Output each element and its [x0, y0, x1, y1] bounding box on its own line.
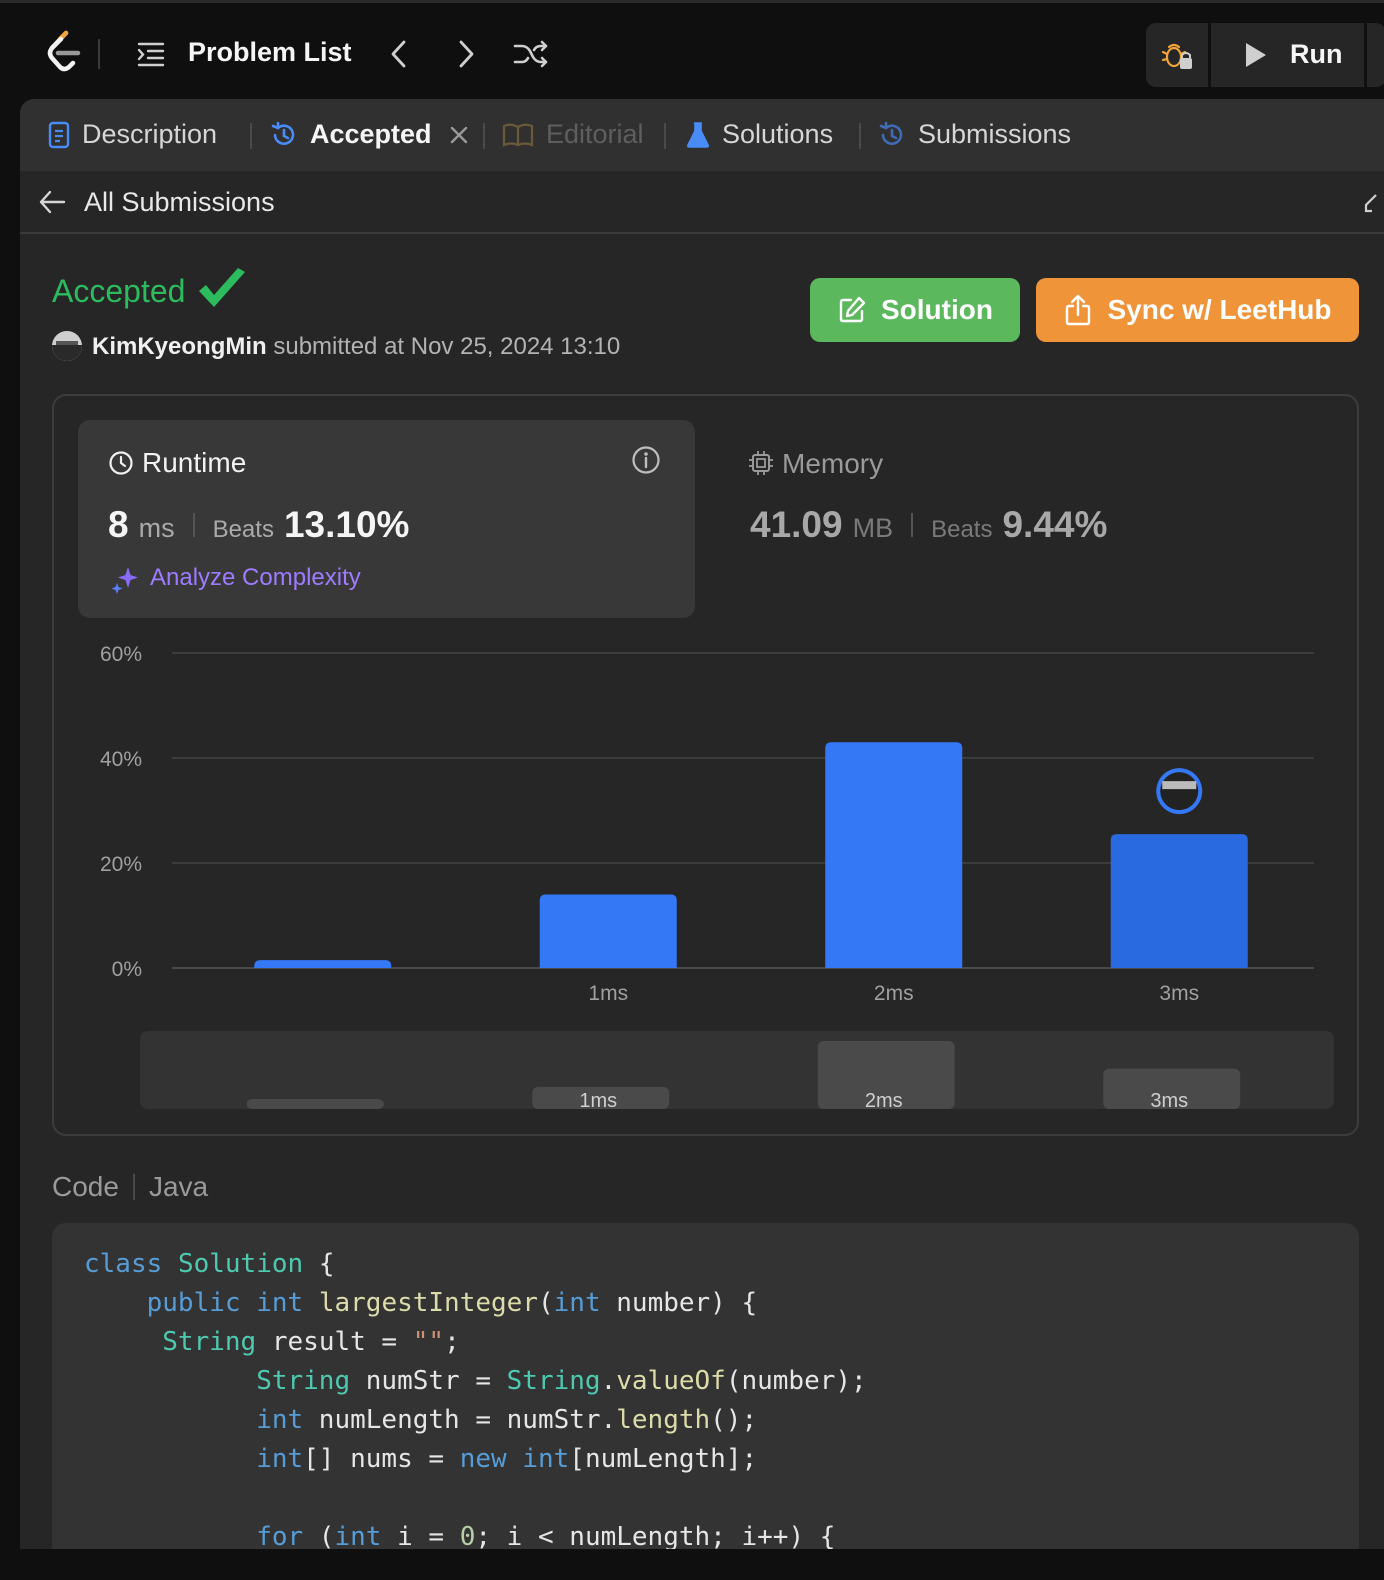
- tab-editorial: Editorial: [502, 119, 644, 150]
- all-submissions-link[interactable]: All Submissions: [84, 187, 275, 218]
- cpu-chip-icon: [749, 451, 773, 475]
- beats-percent: 13.10%: [283, 504, 410, 545]
- edit-icon[interactable]: [1362, 191, 1384, 215]
- tab-solutions[interactable]: Solutions: [686, 119, 833, 150]
- status-text: Accepted: [52, 273, 186, 309]
- overview-label: 1ms: [579, 1090, 617, 1112]
- tab-accepted[interactable]: Accepted: [270, 119, 470, 150]
- tab-label: Solutions: [722, 119, 834, 149]
- result-status: Accepted: [52, 273, 185, 310]
- sync-leethub-button[interactable]: Sync w/ LeetHub: [1036, 278, 1359, 342]
- checkmark-icon: [199, 268, 245, 307]
- x-tick-label: 2ms: [874, 982, 914, 1005]
- memory-value: 41.09 MB Beats 9.44%: [750, 504, 1107, 546]
- list-icon[interactable]: [136, 39, 166, 69]
- chart-bar: [825, 742, 963, 968]
- sparkle-icon: [111, 567, 138, 594]
- bottom-bar: [0, 1549, 1384, 1580]
- overview-label: 3ms: [1150, 1090, 1188, 1112]
- solution-button-label: Solution: [881, 294, 993, 325]
- flask-icon: [686, 121, 710, 148]
- chart-bar: [539, 894, 677, 968]
- history-icon: [879, 121, 903, 145]
- memory-title: Memory: [782, 448, 884, 479]
- code-line: for (int i = 0; i < numLength; i++) {: [256, 1522, 836, 1549]
- runtime-box[interactable]: Runtime 8 ms Beats 13.10% Analyze Comple…: [78, 420, 695, 618]
- top-bar: Problem List Run: [0, 0, 1384, 100]
- chart-bar: [254, 960, 392, 968]
- close-icon[interactable]: [448, 124, 470, 146]
- analyze-complexity-link[interactable]: Analyze Complexity: [150, 564, 361, 592]
- code-language: Java: [148, 1171, 209, 1202]
- code-header: Code Java: [52, 1171, 208, 1203]
- divider: [98, 39, 100, 69]
- arrow-left-icon[interactable]: [38, 189, 66, 215]
- share-upload-icon: [1066, 294, 1091, 326]
- runtime-unit: ms: [138, 513, 175, 543]
- runtime-number: 8: [108, 504, 129, 545]
- clock-icon: [109, 451, 133, 475]
- runtime-value: 8 ms Beats 13.10%: [108, 504, 409, 546]
- memory-number: 41.09: [750, 504, 843, 545]
- info-icon[interactable]: [631, 445, 661, 475]
- document-icon: [48, 121, 70, 148]
- code-label: Code: [52, 1171, 119, 1202]
- tab-label: Submissions: [918, 119, 1072, 149]
- shuffle-icon[interactable]: [513, 39, 549, 69]
- stats-card: Runtime 8 ms Beats 13.10% Analyze Comple…: [52, 394, 1359, 1136]
- tab-bar: Description Accepted Editorial Solutions…: [20, 99, 1384, 171]
- y-tick-label: 0%: [112, 958, 142, 981]
- overview-bar: [246, 1099, 384, 1109]
- submitted-time: submitted at Nov 25, 2024 13:10: [273, 333, 621, 360]
- leetcode-logo[interactable]: [44, 29, 84, 77]
- edit-note-icon: [839, 296, 866, 323]
- y-tick-label: 60%: [100, 643, 142, 666]
- avatar-marker-detail: [1162, 781, 1197, 790]
- chart-bar: [1110, 834, 1248, 968]
- tab-description[interactable]: Description: [48, 119, 217, 150]
- tab-submissions[interactable]: Submissions: [878, 119, 1071, 150]
- run-button[interactable]: Run: [1290, 39, 1342, 70]
- debug-bug-icon[interactable]: [1160, 38, 1194, 72]
- play-icon[interactable]: [1240, 40, 1270, 70]
- username[interactable]: KimKyeongMin: [92, 333, 267, 360]
- memory-unit: MB: [852, 513, 894, 543]
- problem-list-link[interactable]: Problem List: [188, 37, 352, 68]
- book-icon: [502, 123, 534, 147]
- code-block[interactable]: class Solution { public int largestInteg…: [52, 1223, 1359, 1549]
- submission-panel: Description Accepted Editorial Solutions…: [20, 99, 1384, 1549]
- memory-beats-label: Beats: [931, 516, 993, 543]
- submission-subbar: All Submissions: [20, 171, 1384, 234]
- x-tick-label: 3ms: [1159, 982, 1199, 1005]
- memory-beats-percent: 9.44%: [1002, 504, 1108, 545]
- code-line: class Solution {: [84, 1249, 335, 1279]
- tab-label: Description: [82, 119, 218, 149]
- beats-label: Beats: [212, 516, 274, 543]
- y-tick-label: 40%: [100, 748, 142, 771]
- history-icon: [271, 121, 295, 145]
- overview-label: 2ms: [865, 1090, 903, 1112]
- avatar-marker-inner: [1160, 772, 1199, 811]
- code-line: String result = "";: [162, 1327, 460, 1357]
- submitter-info: KimKyeongMin submitted at Nov 25, 2024 1…: [92, 333, 620, 361]
- code-line: public int largestInteger(int number) {: [146, 1288, 758, 1318]
- code-line: int[] nums = new int[numLength];: [256, 1444, 758, 1474]
- chevron-left-icon[interactable]: [388, 39, 410, 69]
- runtime-title: Runtime: [142, 447, 247, 478]
- sync-button-label: Sync w/ LeetHub: [1107, 294, 1332, 325]
- solution-button[interactable]: Solution: [810, 278, 1020, 342]
- y-tick-label: 20%: [100, 853, 142, 876]
- code-line: int numLength = numStr.length();: [256, 1405, 758, 1435]
- chevron-right-icon[interactable]: [455, 39, 477, 69]
- tab-label: Editorial: [546, 119, 644, 149]
- runtime-distribution-chart[interactable]: 0% 20% 40% 60% 1ms 2ms 3ms 1ms 2ms 3ms: [54, 621, 1357, 1121]
- x-tick-label: 1ms: [588, 982, 628, 1005]
- run-group: Run: [1146, 23, 1384, 87]
- tab-label: Accepted: [310, 119, 432, 149]
- code-line: String numStr = String.valueOf(number);: [256, 1366, 867, 1396]
- avatar[interactable]: [52, 331, 82, 361]
